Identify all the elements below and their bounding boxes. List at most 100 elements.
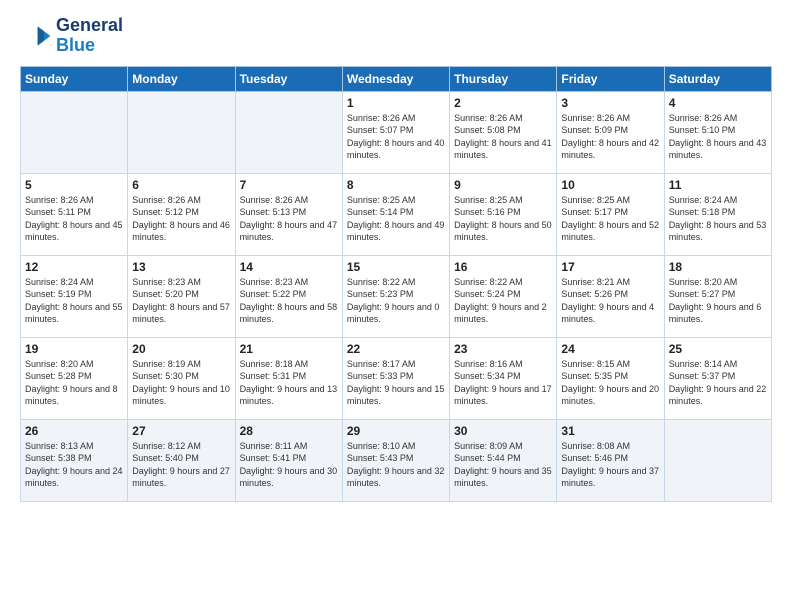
day-number: 31 [561, 424, 659, 438]
day-info: Sunrise: 8:23 AM Sunset: 5:20 PM Dayligh… [132, 276, 230, 326]
calendar-cell: 5 Sunrise: 8:26 AM Sunset: 5:11 PM Daylig… [21, 173, 128, 255]
calendar-cell: 18 Sunrise: 8:20 AM Sunset: 5:27 PM Dayli… [664, 255, 771, 337]
calendar-cell: 31Sunrise: 8:08 AM Sunset: 5:46 PM Dayli… [557, 419, 664, 501]
calendar-cell [664, 419, 771, 501]
day-info: Sunrise: 8:26 AM Sunset: 5:12 PM Dayligh… [132, 194, 230, 244]
day-number: 30 [454, 424, 552, 438]
day-number: 21 [240, 342, 338, 356]
calendar-cell: 23Sunrise: 8:16 AM Sunset: 5:34 PM Dayli… [450, 337, 557, 419]
day-info: Sunrise: 8:11 AM Sunset: 5:41 PM Dayligh… [240, 440, 338, 490]
day-info: Sunrise: 8:23 AM Sunset: 5:22 PM Dayligh… [240, 276, 338, 326]
day-number: 17 [561, 260, 659, 274]
day-number: 3 [561, 96, 659, 110]
day-number: 14 [240, 260, 338, 274]
day-number: 13 [132, 260, 230, 274]
day-number: 2 [454, 96, 552, 110]
day-info: Sunrise: 8:13 AM Sunset: 5:38 PM Dayligh… [25, 440, 123, 490]
calendar-cell: 14 Sunrise: 8:23 AM Sunset: 5:22 PM Dayli… [235, 255, 342, 337]
weekday-header-wednesday: Wednesday [342, 66, 449, 91]
calendar-cell: 24Sunrise: 8:15 AM Sunset: 5:35 PM Dayli… [557, 337, 664, 419]
day-number: 20 [132, 342, 230, 356]
calendar-week-4: 19 Sunrise: 8:20 AM Sunset: 5:28 PM Dayli… [21, 337, 772, 419]
calendar-cell [21, 91, 128, 173]
calendar-cell: 28Sunrise: 8:11 AM Sunset: 5:41 PM Dayli… [235, 419, 342, 501]
weekday-header-thursday: Thursday [450, 66, 557, 91]
calendar-week-2: 5 Sunrise: 8:26 AM Sunset: 5:11 PM Daylig… [21, 173, 772, 255]
calendar-cell: 25 Sunrise: 8:14 AM Sunset: 5:37 PM Dayli… [664, 337, 771, 419]
day-number: 18 [669, 260, 767, 274]
weekday-header-tuesday: Tuesday [235, 66, 342, 91]
day-number: 7 [240, 178, 338, 192]
calendar-cell: 15 Sunrise: 8:22 AM Sunset: 5:23 PM Dayli… [342, 255, 449, 337]
day-info: Sunrise: 8:21 AM Sunset: 5:26 PM Dayligh… [561, 276, 659, 326]
day-info: Sunrise: 8:20 AM Sunset: 5:27 PM Dayligh… [669, 276, 767, 326]
calendar-week-5: 26Sunrise: 8:13 AM Sunset: 5:38 PM Dayli… [21, 419, 772, 501]
day-number: 9 [454, 178, 552, 192]
day-number: 16 [454, 260, 552, 274]
day-info: Sunrise: 8:16 AM Sunset: 5:34 PM Dayligh… [454, 358, 552, 408]
logo-icon [20, 20, 52, 52]
weekday-header-sunday: Sunday [21, 66, 128, 91]
day-number: 12 [25, 260, 123, 274]
calendar-cell: 7Sunrise: 8:26 AM Sunset: 5:13 PM Daylig… [235, 173, 342, 255]
day-number: 27 [132, 424, 230, 438]
day-info: Sunrise: 8:24 AM Sunset: 5:18 PM Dayligh… [669, 194, 767, 244]
day-info: Sunrise: 8:25 AM Sunset: 5:16 PM Dayligh… [454, 194, 552, 244]
day-info: Sunrise: 8:26 AM Sunset: 5:11 PM Dayligh… [25, 194, 123, 244]
calendar-table: SundayMondayTuesdayWednesdayThursdayFrid… [20, 66, 772, 502]
day-info: Sunrise: 8:22 AM Sunset: 5:24 PM Dayligh… [454, 276, 552, 326]
calendar-cell: 17 Sunrise: 8:21 AM Sunset: 5:26 PM Dayli… [557, 255, 664, 337]
weekday-header-friday: Friday [557, 66, 664, 91]
calendar-cell: 6 Sunrise: 8:26 AM Sunset: 5:12 PM Daylig… [128, 173, 235, 255]
calendar-cell: 9 Sunrise: 8:25 AM Sunset: 5:16 PM Daylig… [450, 173, 557, 255]
day-number: 4 [669, 96, 767, 110]
day-info: Sunrise: 8:24 AM Sunset: 5:19 PM Dayligh… [25, 276, 123, 326]
calendar-cell: 26Sunrise: 8:13 AM Sunset: 5:38 PM Dayli… [21, 419, 128, 501]
logo: General Blue [20, 16, 123, 56]
calendar-cell: 10Sunrise: 8:25 AM Sunset: 5:17 PM Dayli… [557, 173, 664, 255]
calendar-week-3: 12 Sunrise: 8:24 AM Sunset: 5:19 PM Dayli… [21, 255, 772, 337]
page: General Blue SundayMondayTuesdayWednesda… [0, 0, 792, 612]
calendar-week-1: 1Sunrise: 8:26 AM Sunset: 5:07 PM Daylig… [21, 91, 772, 173]
day-info: Sunrise: 8:19 AM Sunset: 5:30 PM Dayligh… [132, 358, 230, 408]
day-number: 6 [132, 178, 230, 192]
day-info: Sunrise: 8:18 AM Sunset: 5:31 PM Dayligh… [240, 358, 338, 408]
day-info: Sunrise: 8:26 AM Sunset: 5:10 PM Dayligh… [669, 112, 767, 162]
day-info: Sunrise: 8:25 AM Sunset: 5:14 PM Dayligh… [347, 194, 445, 244]
calendar-cell: 19 Sunrise: 8:20 AM Sunset: 5:28 PM Dayli… [21, 337, 128, 419]
header: General Blue [20, 16, 772, 56]
day-info: Sunrise: 8:12 AM Sunset: 5:40 PM Dayligh… [132, 440, 230, 490]
day-info: Sunrise: 8:09 AM Sunset: 5:44 PM Dayligh… [454, 440, 552, 490]
calendar-cell: 16 Sunrise: 8:22 AM Sunset: 5:24 PM Dayli… [450, 255, 557, 337]
day-number: 5 [25, 178, 123, 192]
calendar-cell: 29 Sunrise: 8:10 AM Sunset: 5:43 PM Dayli… [342, 419, 449, 501]
day-info: Sunrise: 8:26 AM Sunset: 5:09 PM Dayligh… [561, 112, 659, 162]
day-info: Sunrise: 8:10 AM Sunset: 5:43 PM Dayligh… [347, 440, 445, 490]
calendar-cell: 30 Sunrise: 8:09 AM Sunset: 5:44 PM Dayli… [450, 419, 557, 501]
day-info: Sunrise: 8:26 AM Sunset: 5:07 PM Dayligh… [347, 112, 445, 162]
day-info: Sunrise: 8:25 AM Sunset: 5:17 PM Dayligh… [561, 194, 659, 244]
day-info: Sunrise: 8:22 AM Sunset: 5:23 PM Dayligh… [347, 276, 445, 326]
day-number: 29 [347, 424, 445, 438]
calendar-cell [128, 91, 235, 173]
calendar-cell: 21 Sunrise: 8:18 AM Sunset: 5:31 PM Dayli… [235, 337, 342, 419]
day-number: 15 [347, 260, 445, 274]
logo-text-general: General [56, 16, 123, 36]
day-info: Sunrise: 8:17 AM Sunset: 5:33 PM Dayligh… [347, 358, 445, 408]
calendar-cell: 22 Sunrise: 8:17 AM Sunset: 5:33 PM Dayli… [342, 337, 449, 419]
calendar-cell: 11Sunrise: 8:24 AM Sunset: 5:18 PM Dayli… [664, 173, 771, 255]
day-info: Sunrise: 8:20 AM Sunset: 5:28 PM Dayligh… [25, 358, 123, 408]
day-info: Sunrise: 8:14 AM Sunset: 5:37 PM Dayligh… [669, 358, 767, 408]
calendar-cell: 8 Sunrise: 8:25 AM Sunset: 5:14 PM Daylig… [342, 173, 449, 255]
day-info: Sunrise: 8:26 AM Sunset: 5:08 PM Dayligh… [454, 112, 552, 162]
calendar-cell: 20 Sunrise: 8:19 AM Sunset: 5:30 PM Dayli… [128, 337, 235, 419]
calendar-cell: 12 Sunrise: 8:24 AM Sunset: 5:19 PM Dayli… [21, 255, 128, 337]
day-number: 25 [669, 342, 767, 356]
day-number: 19 [25, 342, 123, 356]
day-info: Sunrise: 8:15 AM Sunset: 5:35 PM Dayligh… [561, 358, 659, 408]
day-number: 8 [347, 178, 445, 192]
calendar-cell: 3 Sunrise: 8:26 AM Sunset: 5:09 PM Daylig… [557, 91, 664, 173]
calendar-cell: 2 Sunrise: 8:26 AM Sunset: 5:08 PM Daylig… [450, 91, 557, 173]
day-number: 22 [347, 342, 445, 356]
weekday-header-saturday: Saturday [664, 66, 771, 91]
